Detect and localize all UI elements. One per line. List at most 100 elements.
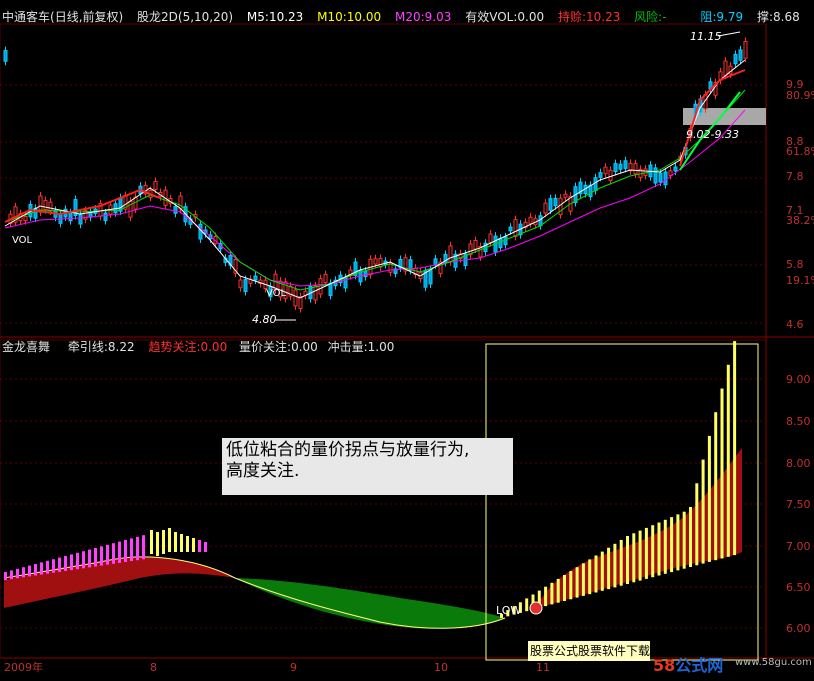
volume-bar	[16, 568, 19, 579]
annotation-note: 低位粘合的量价拐点与放量行为, 高度关注.	[222, 438, 513, 495]
logo-number: 58	[653, 656, 676, 675]
candle-body	[608, 169, 613, 182]
x-label-8: 8	[150, 661, 157, 674]
volume-bar	[82, 551, 85, 569]
price-axis-label: 5.8	[786, 258, 804, 271]
volume-bar	[100, 546, 103, 566]
candle-body	[153, 180, 158, 191]
volume-bar	[556, 578, 560, 603]
trend-value: 趋势关注:0.00	[148, 340, 228, 354]
volume-bar	[118, 541, 121, 563]
volume-bar	[644, 527, 648, 579]
price-axis: 9.980.9%8.861.8%7.87.138.2%5.819.1%4.6	[786, 78, 814, 331]
candle-body	[658, 172, 663, 183]
site-url[interactable]: www.58gu.com	[735, 657, 812, 668]
volume-bar	[22, 567, 25, 578]
volume-bar	[670, 517, 674, 573]
x-label-10: 10	[434, 661, 448, 674]
candle-body	[668, 170, 673, 176]
indicator-axis-label: 6.00	[786, 622, 811, 635]
volume-bar	[695, 483, 699, 566]
candle-body	[293, 289, 298, 307]
volume-bar	[733, 341, 737, 556]
x-label-11: 11	[536, 661, 550, 674]
volume-bar	[142, 535, 145, 560]
indicator-axis-label: 7.00	[786, 540, 811, 553]
volume-bar	[726, 364, 730, 557]
low-marker-dot	[529, 601, 543, 615]
volume-bar	[112, 543, 115, 564]
volume-bar	[162, 530, 165, 554]
volume-bar	[136, 536, 139, 561]
price-axis-label: 61.8%	[786, 145, 814, 158]
candle-body	[643, 168, 648, 176]
volume-bar	[192, 538, 195, 552]
price-axis-label: 38.2%	[786, 214, 814, 227]
volume-bar	[156, 532, 159, 556]
candle-body	[78, 213, 83, 225]
low-label: 4.80	[252, 313, 277, 326]
volume-bar	[714, 412, 718, 561]
volume-bar	[34, 564, 37, 576]
candle-body	[253, 275, 258, 281]
volume-bar	[46, 560, 49, 574]
volume-bar	[607, 547, 611, 590]
volume-bar	[594, 555, 598, 593]
volume-bar	[550, 582, 554, 605]
ad-banner[interactable]: 股票公式股票软件下载	[528, 641, 650, 661]
high-label: 11.15	[690, 30, 722, 43]
candle-body	[363, 270, 368, 278]
red-area-right	[536, 448, 742, 608]
candle-body	[733, 53, 738, 65]
volume-bar	[58, 557, 61, 572]
site-logo[interactable]: 58公式网	[653, 652, 723, 676]
volume-bar	[168, 528, 171, 552]
candle-body	[378, 257, 383, 268]
volume-bar	[657, 522, 661, 576]
volume-bar	[626, 536, 629, 584]
volume-bar	[581, 563, 585, 596]
candle-body	[328, 282, 333, 296]
vol-price-value: 量价关注:0.00	[239, 340, 318, 354]
volume-bar	[106, 544, 109, 565]
candle-body	[433, 258, 438, 266]
indicator-title[interactable]: 金龙喜舞	[2, 340, 50, 354]
candle-body	[598, 172, 603, 178]
candle-body	[48, 201, 53, 212]
price-axis-label: 19.1%	[786, 274, 814, 287]
candle-body	[313, 285, 318, 301]
indicator-axis: 9.00 8.50 8.00 7.50 7.00 6.50 6.00	[786, 373, 811, 635]
volume-bar	[10, 570, 13, 580]
traction-value: 牵引线:8.22	[67, 340, 135, 354]
volume-bar	[638, 530, 642, 581]
candle-body	[613, 163, 618, 173]
price-axis-label: 80.9%	[786, 89, 814, 102]
candle-body	[513, 219, 518, 237]
volume-bar	[707, 435, 711, 562]
volume-bar	[124, 540, 127, 562]
volume-bar	[663, 519, 667, 574]
volume-bar	[563, 575, 566, 601]
candle-body	[603, 166, 608, 175]
candle-body	[68, 212, 73, 222]
candle-body	[43, 199, 48, 211]
candle-body	[298, 296, 303, 309]
candle-body	[618, 163, 623, 170]
volume-bar	[701, 459, 705, 564]
candle-body	[323, 273, 328, 284]
candle-body	[723, 60, 728, 76]
candle-body	[128, 200, 133, 218]
green-area	[235, 578, 505, 629]
volume-bar	[76, 552, 79, 570]
volume-bar	[64, 556, 67, 571]
price-axis-label: 4.6	[786, 318, 804, 331]
volume-bar	[94, 548, 97, 567]
indicator-axis-label: 8.00	[786, 457, 811, 470]
candle-body	[508, 226, 513, 232]
volume-bar	[676, 514, 680, 571]
range-label: 9.02-9.33	[686, 128, 739, 141]
volume-bar	[525, 598, 529, 612]
candle-body	[103, 212, 108, 222]
candle-body	[663, 171, 668, 186]
volume-bar	[682, 511, 686, 569]
